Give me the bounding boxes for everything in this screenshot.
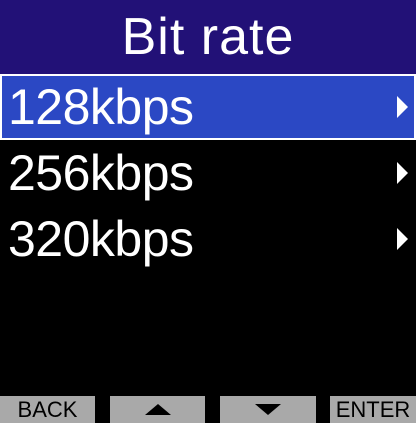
menu-item-320kbps[interactable]: 320kbps (0, 206, 416, 272)
down-arrow-icon (255, 404, 281, 415)
back-label: BACK (17, 397, 78, 422)
screen-header: Bit rate (0, 0, 416, 74)
up-arrow-icon (144, 404, 171, 415)
up-button[interactable] (110, 396, 205, 423)
menu-item-256kbps[interactable]: 256kbps (0, 140, 416, 206)
chevron-right-icon (397, 228, 408, 250)
down-button[interactable] (220, 396, 316, 423)
menu-item-label: 320kbps (8, 211, 194, 267)
chevron-right-icon (397, 96, 408, 118)
page-title: Bit rate (121, 8, 295, 66)
menu-item-128kbps[interactable]: 128kbps (0, 74, 416, 140)
menu-item-label: 256kbps (8, 145, 194, 201)
enter-button[interactable]: ENTER (330, 396, 416, 423)
menu-item-label: 128kbps (8, 79, 194, 135)
back-button[interactable]: BACK (0, 396, 95, 423)
softkey-bar: BACK ENTER (0, 396, 416, 423)
enter-label: ENTER (335, 397, 411, 422)
bit-rate-menu: 128kbps 256kbps 320kbps (0, 74, 416, 272)
device-screen: Bit rate 128kbps 256kbps 320kbps BACK EN… (0, 0, 416, 423)
chevron-right-icon (397, 162, 408, 184)
